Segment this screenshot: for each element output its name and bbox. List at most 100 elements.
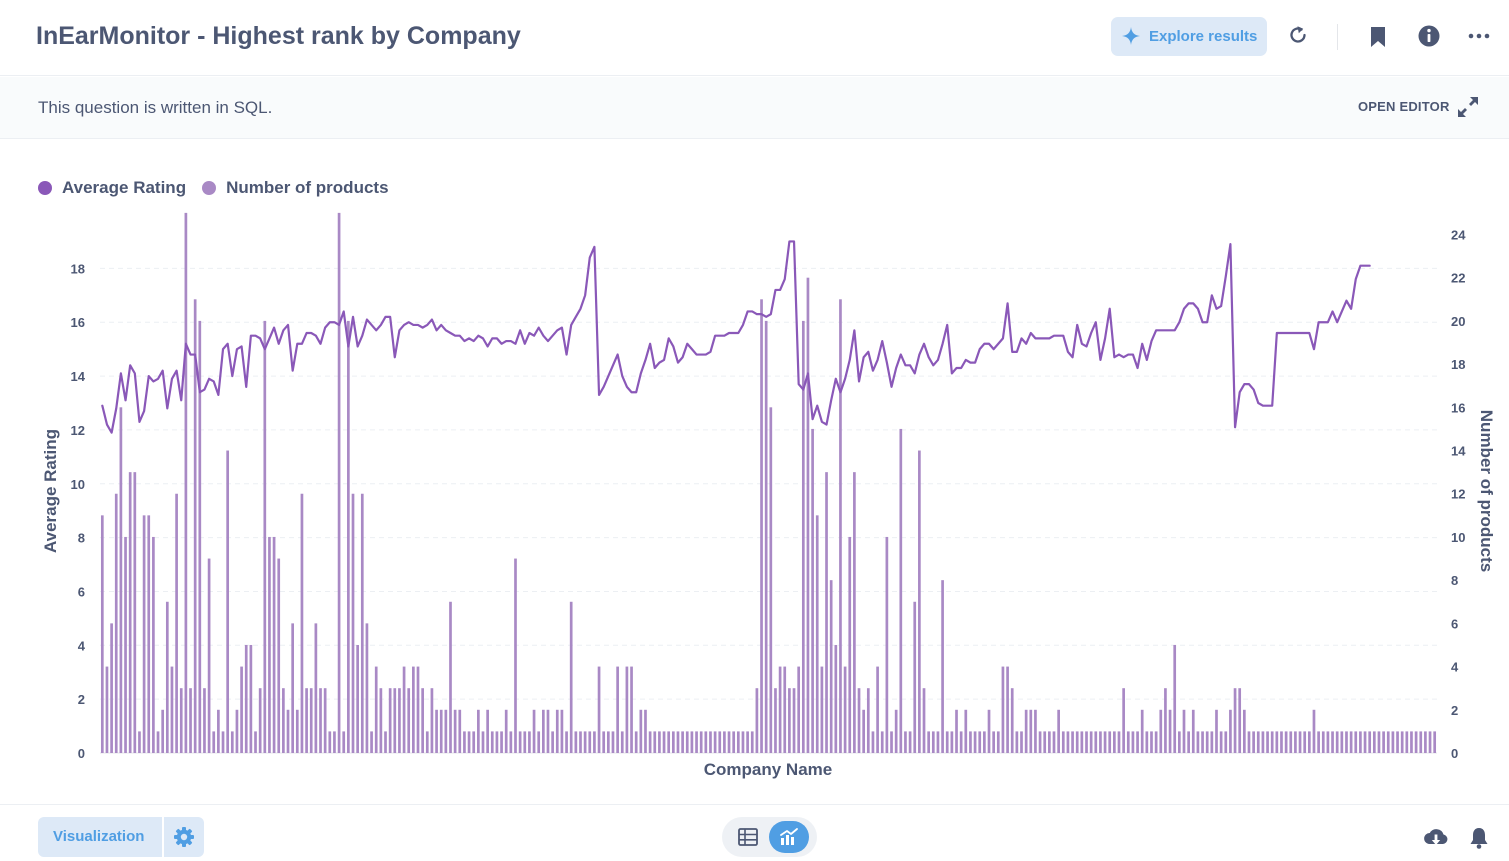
bar[interactable] [1386,731,1390,753]
bar[interactable] [128,472,132,753]
bar[interactable] [1178,731,1181,753]
bar[interactable] [402,666,406,753]
bar[interactable] [848,536,852,753]
bar[interactable] [147,515,151,753]
bar[interactable] [249,644,253,753]
bar[interactable] [203,688,206,753]
bar[interactable] [518,731,522,753]
bar[interactable] [328,731,332,753]
bar[interactable] [792,688,796,753]
bar[interactable] [1270,731,1274,753]
bar[interactable] [1335,731,1339,753]
bar[interactable] [1126,731,1130,753]
bar[interactable] [746,731,749,753]
bar[interactable] [783,666,787,753]
visualization-button[interactable]: Visualization [38,817,162,857]
bar[interactable] [941,580,944,753]
bar[interactable] [634,731,638,753]
bar[interactable] [481,731,485,753]
bar[interactable] [1312,709,1316,753]
bar[interactable] [1233,688,1237,753]
bar[interactable] [973,731,977,753]
bar[interactable] [1191,709,1195,753]
bar[interactable] [365,623,369,753]
bell-icon[interactable] [1466,825,1492,851]
bar[interactable] [551,731,554,753]
bar[interactable] [825,472,828,753]
bar[interactable] [931,731,935,753]
bar[interactable] [806,277,810,753]
explore-results-button[interactable]: Explore results [1111,17,1267,56]
bar[interactable] [853,472,856,753]
bar[interactable] [1363,731,1367,753]
bar[interactable] [463,731,466,753]
bar[interactable] [156,731,160,753]
bar[interactable] [1159,709,1163,753]
chart-view-button[interactable] [769,821,809,853]
bar[interactable] [555,709,559,753]
bar[interactable] [839,299,842,753]
bar[interactable] [1145,731,1149,753]
bar[interactable] [1372,731,1376,753]
bar[interactable] [314,623,318,753]
bar[interactable] [662,731,666,753]
bar[interactable] [537,731,541,753]
bar[interactable] [862,709,866,753]
bar[interactable] [1136,731,1139,753]
bar[interactable] [1057,709,1060,753]
bar[interactable] [1187,731,1190,753]
bar[interactable] [894,709,898,753]
bar[interactable] [1150,731,1153,753]
bar[interactable] [254,731,257,753]
bar[interactable] [778,666,782,753]
bar[interactable] [1382,731,1385,753]
bar[interactable] [1396,731,1399,753]
bar[interactable] [472,731,476,753]
bar[interactable] [1122,688,1125,753]
bar[interactable] [514,558,517,753]
bar[interactable] [1071,731,1074,753]
bar[interactable] [611,731,615,753]
bar[interactable] [100,515,104,753]
bar[interactable] [978,731,982,753]
bar[interactable] [871,731,875,753]
bar[interactable] [175,493,178,753]
bar[interactable] [258,688,262,753]
bar[interactable] [1331,731,1334,753]
bar[interactable] [384,731,387,753]
bar[interactable] [913,601,917,753]
bar[interactable] [272,536,276,753]
bar[interactable] [723,731,726,753]
bar[interactable] [142,515,146,753]
bar[interactable] [690,731,694,753]
bar[interactable] [305,688,308,753]
bar[interactable] [393,688,397,753]
bar[interactable] [1196,731,1200,753]
bar[interactable] [1433,731,1437,753]
bar[interactable] [421,688,424,753]
bar[interactable] [788,688,791,753]
bar[interactable] [170,666,174,753]
bar[interactable] [671,731,675,753]
bar[interactable] [351,493,355,753]
bar[interactable] [1154,731,1158,753]
table-view-button[interactable] [728,821,768,853]
bar[interactable] [398,688,401,753]
bar[interactable] [1173,644,1177,753]
bar[interactable] [133,472,137,753]
bar[interactable] [1205,731,1209,753]
bar[interactable] [565,731,568,753]
bar[interactable] [755,688,759,753]
bar[interactable] [282,688,285,753]
bar[interactable] [829,580,833,753]
bar[interactable] [1024,709,1028,753]
bar[interactable] [1099,731,1102,753]
bar[interactable] [950,731,954,753]
bar[interactable] [695,731,698,753]
bar[interactable] [370,731,373,753]
bar[interactable] [936,731,940,753]
bar[interactable] [467,731,471,753]
bar[interactable] [1238,688,1242,753]
bar[interactable] [653,731,657,753]
bar[interactable] [1089,731,1093,753]
